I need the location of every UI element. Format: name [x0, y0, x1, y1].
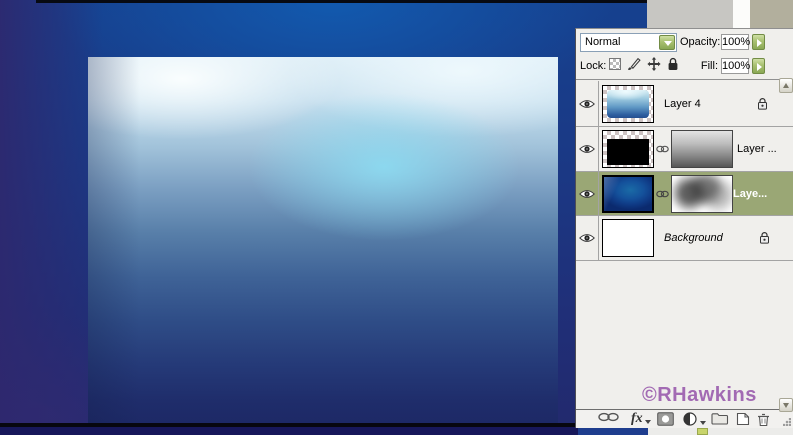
- delete-layer-button[interactable]: [757, 412, 770, 427]
- layer-thumbnail[interactable]: [602, 174, 654, 213]
- blend-mode-select[interactable]: Normal: [580, 33, 677, 52]
- eye-icon: [579, 145, 595, 153]
- layers-panel: Normal Opacity: 100% Lock: Fill: 100% La…: [575, 28, 793, 428]
- layer-thumbnail[interactable]: [602, 84, 654, 123]
- eye-icon: [579, 99, 595, 108]
- bottom-navy-strip: [0, 427, 578, 435]
- chain-link-icon: [598, 412, 619, 422]
- layer-thumbnail[interactable]: [602, 219, 654, 257]
- visibility-toggle[interactable]: [576, 216, 599, 260]
- photoshop-screenshot: Normal Opacity: 100% Lock: Fill: 100% La…: [0, 0, 793, 435]
- layer-thumbnail[interactable]: [602, 130, 654, 168]
- palette-well-gray: [647, 0, 733, 28]
- new-adjustment-layer-button[interactable]: [683, 412, 706, 427]
- opacity-label: Opacity:: [680, 36, 721, 48]
- layer-name[interactable]: Layer 4: [664, 98, 701, 110]
- fill-arrow-icon[interactable]: [752, 58, 765, 74]
- layer-style-button[interactable]: fx: [631, 411, 651, 426]
- eye-icon: [579, 234, 595, 242]
- bottom-green-tab: [697, 428, 708, 435]
- scroll-up-icon: [783, 83, 789, 88]
- header-divider: [576, 79, 793, 80]
- document-canvas[interactable]: [88, 57, 558, 423]
- layer-name[interactable]: Layer ...: [737, 143, 777, 155]
- fill-input[interactable]: 100%: [721, 58, 750, 74]
- padlock-icon: [760, 232, 769, 244]
- add-layer-mask-button[interactable]: [657, 412, 674, 426]
- layer-mask-thumbnail[interactable]: [671, 130, 733, 168]
- visibility-toggle[interactable]: [576, 172, 599, 215]
- chain-link-icon[interactable]: [656, 189, 669, 198]
- panel-resize-grip[interactable]: [783, 418, 791, 426]
- scroll-down-button[interactable]: [779, 398, 793, 412]
- layer-row-layer4[interactable]: Layer 4: [576, 81, 793, 127]
- opacity-arrow-icon[interactable]: [752, 34, 765, 50]
- adjustment-layer-icon: [683, 412, 697, 426]
- palette-well-beige: [750, 0, 793, 28]
- watermark-text: ©RHawkins: [642, 384, 757, 406]
- new-layer-button[interactable]: [736, 412, 750, 426]
- palette-well-white-strip: [733, 0, 750, 28]
- layer-row-layer-masked[interactable]: Layer ...: [576, 127, 793, 172]
- layer-name[interactable]: Laye...: [733, 188, 767, 200]
- fill-label: Fill:: [700, 60, 718, 72]
- layer-mask-thumbnail[interactable]: [671, 174, 733, 213]
- folder-icon: [711, 413, 729, 425]
- chevron-down-icon[interactable]: [659, 35, 675, 50]
- layer-row-background[interactable]: Background: [576, 216, 793, 261]
- link-layers-button[interactable]: [598, 412, 620, 422]
- new-group-button[interactable]: [711, 412, 729, 425]
- lock-label: Lock:: [580, 60, 607, 72]
- scroll-up-button[interactable]: [779, 78, 793, 93]
- trash-icon: [758, 413, 769, 427]
- lock-all-padlock-icon[interactable]: [667, 57, 679, 71]
- lock-pixels-brush-icon[interactable]: [627, 57, 641, 71]
- lock-position-move-icon[interactable]: [647, 57, 661, 71]
- lock-transparency-icon[interactable]: [609, 58, 621, 70]
- layer-row-selected[interactable]: Laye...: [576, 172, 793, 216]
- blend-mode-value: Normal: [585, 36, 621, 48]
- layer-mask-icon: [657, 412, 674, 426]
- eye-icon: [579, 189, 595, 198]
- fx-icon: fx: [631, 411, 643, 426]
- visibility-toggle[interactable]: [576, 81, 599, 126]
- layers-panel-toolbar: fx: [576, 409, 793, 428]
- layer-name[interactable]: Background: [664, 232, 723, 244]
- bottom-taskbar-strip: [578, 427, 648, 435]
- scroll-down-icon: [783, 403, 789, 408]
- bottom-gray-strip: [648, 428, 793, 435]
- padlock-icon: [758, 97, 767, 110]
- chain-link-icon[interactable]: [656, 145, 669, 154]
- top-black-strip: [36, 0, 648, 3]
- opacity-input[interactable]: 100%: [721, 34, 750, 50]
- visibility-toggle[interactable]: [576, 127, 599, 171]
- lock-buttons-group: [609, 57, 679, 71]
- new-layer-icon: [736, 412, 750, 426]
